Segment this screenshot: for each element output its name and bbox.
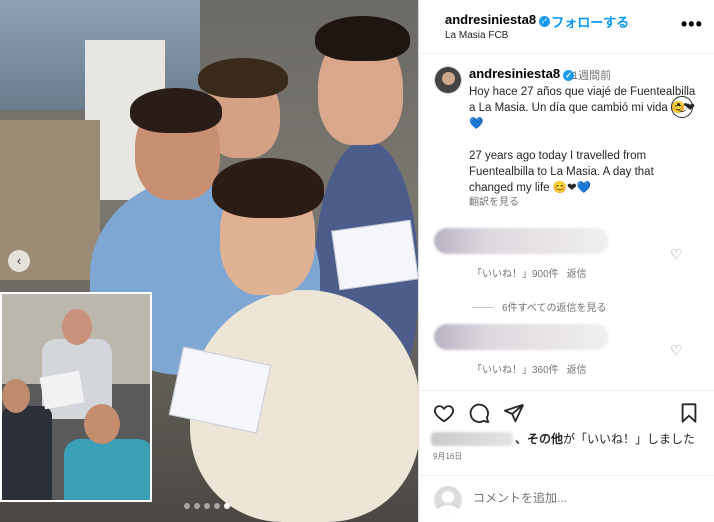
post-header: andresiniesta8 ✓ • フォローする La Masia FCB ••…	[419, 0, 714, 54]
inset-person-head	[62, 309, 92, 345]
comment-likes[interactable]: 「いいね！」360件	[472, 365, 559, 376]
post-location[interactable]: La Masia FCB	[445, 30, 508, 41]
carousel-dot	[214, 503, 220, 509]
post-sidebar: andresiniesta8 ✓ • フォローする La Masia FCB ••…	[418, 0, 714, 522]
carousel-dot	[194, 503, 200, 509]
comment-meta: 「いいね！」360件 返信	[472, 361, 595, 376]
view-replies-link[interactable]: 6件すべての返信を見る	[472, 299, 606, 314]
instagram-post: ‹ andresiniesta8 ✓ • フォローする La Masia FCB …	[0, 0, 714, 522]
comment-bubble-icon[interactable]	[468, 402, 490, 424]
follow-button[interactable]: • フォローする	[543, 12, 629, 31]
follow-separator: •	[543, 15, 548, 30]
post-date: 9月16日	[433, 452, 463, 461]
caption-avatar[interactable]	[434, 66, 462, 94]
comment-meta: 「いいね！」900件 返信	[472, 265, 595, 280]
emoji-icon[interactable]	[671, 96, 693, 118]
caption-text: Hoy hace 27 años que viajé de Fuentealbi…	[469, 86, 696, 194]
comment-blurred-content	[434, 324, 609, 350]
likes-summary: 、その他が「いいね！」しました	[431, 430, 695, 447]
user-avatar-icon	[434, 486, 462, 514]
likes-others-link[interactable]: 、その他	[515, 432, 563, 446]
photo-inset	[0, 292, 152, 502]
caption-username-text[interactable]: andresiniesta8	[469, 66, 560, 81]
inset-paper	[39, 370, 85, 410]
likes-suffix: が「いいね！」しました	[563, 432, 696, 446]
like-heart-icon[interactable]	[433, 402, 455, 424]
photo-person-left-hair	[130, 88, 222, 133]
inset-person-body	[2, 406, 52, 500]
carousel-dots	[184, 503, 230, 509]
comment-reply-button[interactable]: 返信	[567, 365, 587, 376]
share-icon[interactable]	[503, 402, 525, 424]
inset-person-body	[64, 439, 150, 500]
translate-link[interactable]: 翻訳を見る	[469, 193, 519, 208]
post-username[interactable]: andresiniesta8 ✓	[445, 12, 551, 27]
post-photo[interactable]: ‹	[0, 0, 418, 522]
inset-person-head	[2, 379, 30, 413]
more-options-icon[interactable]: •••	[681, 14, 703, 35]
comment-like-icon[interactable]: ♡	[670, 246, 683, 263]
comment-likes[interactable]: 「いいね！」900件	[472, 269, 559, 280]
carousel-dot-active	[224, 503, 230, 509]
caption-username[interactable]: andresiniesta8 ✓	[469, 66, 575, 81]
post-actions: 、その他が「いいね！」しました 9月16日	[419, 390, 714, 522]
photo-person-front-hair	[212, 158, 324, 218]
comment-input[interactable]	[473, 491, 653, 505]
add-comment-bar	[419, 475, 714, 522]
photo-paper	[331, 219, 418, 291]
inset-person-head	[84, 404, 120, 444]
caption-time: 1週間前	[572, 70, 612, 82]
carousel-dot	[184, 503, 190, 509]
comment-reply-button[interactable]: 返信	[567, 269, 587, 280]
photo-person-back-hair	[198, 58, 288, 98]
carousel-prev-button[interactable]: ‹	[8, 250, 30, 272]
bookmark-icon[interactable]	[678, 402, 700, 424]
follow-label[interactable]: フォローする	[551, 15, 629, 30]
liker-blurred-name	[431, 432, 513, 446]
comment-blurred-content	[434, 228, 609, 254]
photo-person-right-hair	[315, 16, 410, 61]
carousel-dot	[204, 503, 210, 509]
post-username-text[interactable]: andresiniesta8	[445, 12, 536, 27]
comment-like-icon[interactable]: ♡	[670, 342, 683, 359]
